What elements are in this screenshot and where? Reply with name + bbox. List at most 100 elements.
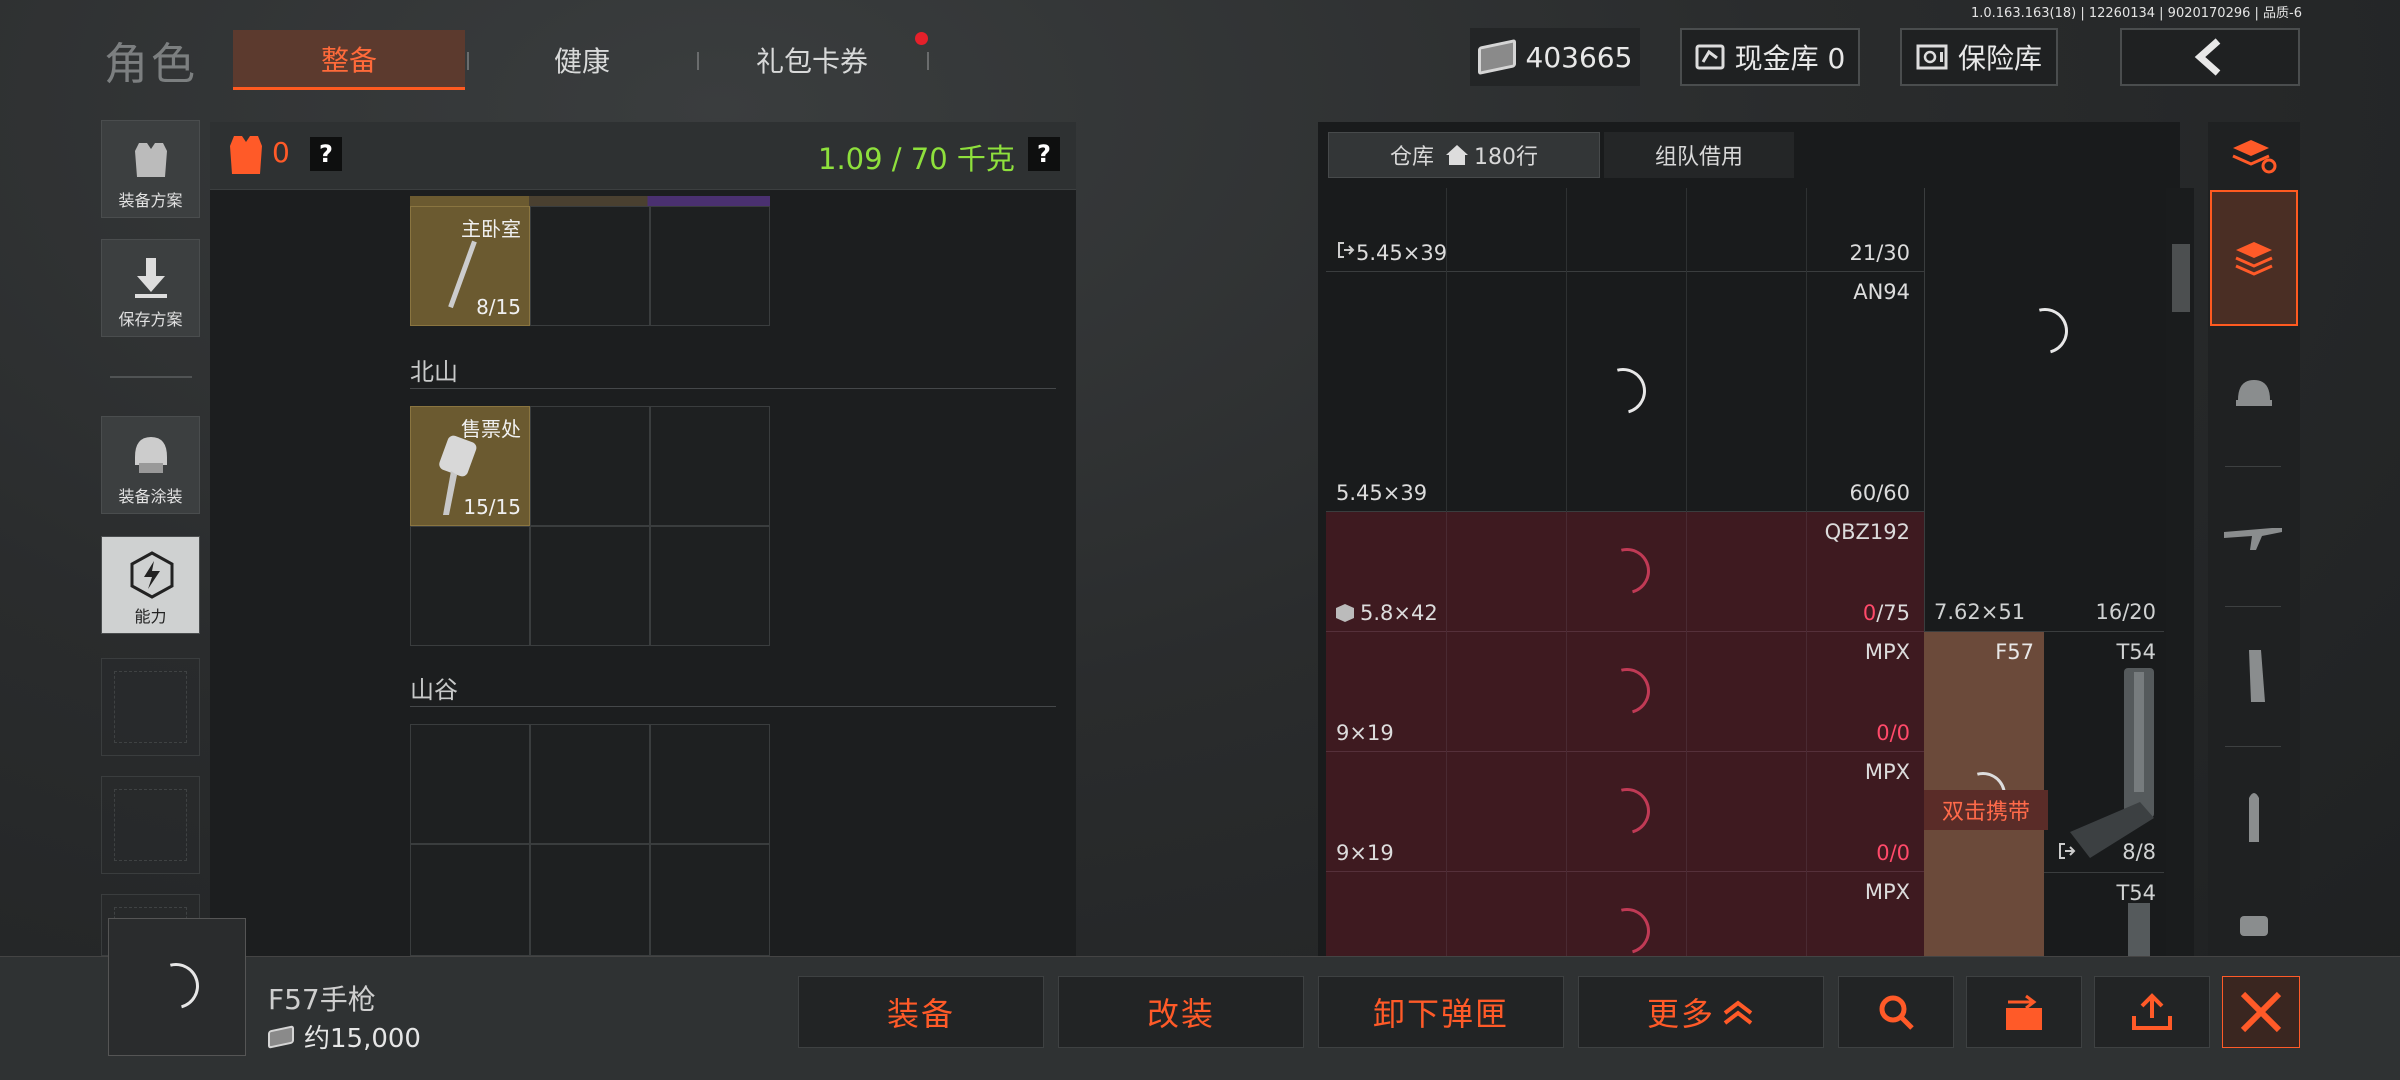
cash-vault-label: 现金库 0: [1734, 42, 1846, 75]
currency-display: 403665: [1470, 28, 1640, 86]
grid-cell[interactable]: [530, 206, 650, 326]
bullet-icon: [2249, 793, 2259, 842]
row-caliber: 5.45×39: [1356, 241, 1448, 265]
loadout-plan-button[interactable]: 装备方案: [101, 120, 200, 218]
tab-warehouse[interactable]: 仓库 180行: [1328, 132, 1600, 178]
vest-icon: [128, 137, 174, 181]
row-qty: 21/30: [1849, 241, 1910, 265]
item-name: T54: [2116, 640, 2156, 664]
scrollbar-thumb[interactable]: [2172, 244, 2190, 312]
button-label: 卸下弹匣: [1372, 995, 1509, 1033]
vest-count: 0: [272, 136, 290, 169]
item-caliber: 7.62×51: [1934, 600, 2026, 624]
grid-cell[interactable]: [530, 526, 650, 646]
ability-button[interactable]: 能力: [101, 536, 200, 634]
equipment-skin-button[interactable]: 装备涂装: [101, 416, 200, 514]
empty-slot: [101, 658, 200, 756]
box-icon: [1336, 604, 1354, 622]
tab-label: 仓库: [1389, 145, 1434, 170]
safe-label: 保险库: [1957, 42, 2042, 75]
grid-cell[interactable]: [650, 206, 770, 326]
grid-line: [1686, 188, 1687, 512]
t54-pistol-item[interactable]: T54: [2044, 872, 2164, 957]
home-icon: [1446, 145, 1468, 165]
grid-cell[interactable]: [410, 724, 530, 844]
sidebar-label: 装备涂装: [118, 487, 183, 506]
help-button[interactable]: ?: [310, 137, 342, 171]
row-caliber: 9×19: [1336, 841, 1394, 865]
category-divider: [2225, 466, 2281, 467]
grid-line: [1686, 512, 1687, 956]
tab-gift-coupons[interactable]: 礼包卡券: [699, 30, 925, 90]
box-arrow-icon: [2006, 994, 2042, 1030]
grid-cell[interactable]: [530, 724, 650, 844]
key-item-master-bedroom[interactable]: 主卧室 8/15: [410, 206, 530, 326]
loading-icon: [144, 954, 208, 1018]
share-button[interactable]: [2094, 976, 2210, 1048]
pistol-icon: [2128, 903, 2150, 957]
more-button[interactable]: 更多: [1578, 976, 1824, 1048]
selected-item-name: F57手枪: [268, 983, 376, 1016]
row-qty: 60/60: [1849, 481, 1910, 505]
download-icon: [128, 256, 174, 300]
grid-cell[interactable]: [650, 844, 770, 956]
grid-cell[interactable]: [650, 406, 770, 526]
ammo-item-76251[interactable]: 7.62×51 16/20: [1924, 592, 2164, 632]
grid-line: [1446, 512, 1447, 956]
row-caliber: 9×19: [1336, 721, 1394, 745]
double-click-carry-hint: 双击携带: [1924, 790, 2048, 830]
row-qty-current: 0: [1876, 841, 1890, 865]
tab-equip[interactable]: 整备: [233, 30, 465, 90]
row-name: AN94: [1853, 280, 1910, 304]
grid-cell[interactable]: [530, 844, 650, 956]
save-plan-button[interactable]: 保存方案: [101, 239, 200, 337]
t54-pistol-item[interactable]: T54 8/8: [2044, 632, 2164, 872]
back-button[interactable]: [2120, 28, 2300, 86]
row-name: MPX: [1864, 760, 1910, 784]
search-button[interactable]: [1838, 976, 1954, 1048]
category-magazine[interactable]: [2210, 608, 2298, 744]
weight-help-button[interactable]: ?: [1028, 137, 1060, 171]
item-name: 主卧室: [461, 217, 521, 241]
grid-line: [1566, 188, 1567, 512]
grid-line: [1446, 188, 1447, 512]
sort-button[interactable]: [2210, 124, 2298, 188]
section-title-beishan: 北山: [410, 358, 458, 386]
safe-button[interactable]: 保险库: [1900, 28, 2058, 86]
vest-icon: [230, 136, 262, 174]
grid-cell[interactable]: [650, 526, 770, 646]
category-helmet[interactable]: [2210, 326, 2298, 462]
sidebar-label: 保存方案: [118, 310, 183, 329]
row-name: MPX: [1864, 880, 1910, 904]
section-divider: [410, 388, 1056, 389]
grid-cell[interactable]: [410, 526, 530, 646]
selected-item-price: 约15,000: [268, 1018, 421, 1055]
warehouse-row[interactable]: 5.45×39 21/30: [1326, 188, 1924, 272]
pouch-icon: [2240, 916, 2268, 936]
unload-magazine-button[interactable]: 卸下弹匣: [1318, 976, 1564, 1048]
equip-button[interactable]: 装备: [798, 976, 1044, 1048]
tab-health[interactable]: 健康: [469, 30, 695, 90]
modify-button[interactable]: 改装: [1058, 976, 1304, 1048]
grid-cell[interactable]: [650, 724, 770, 844]
cash-icon: [268, 1024, 294, 1049]
chevron-up-double-icon: [1723, 1000, 1753, 1025]
key-icon: [448, 240, 477, 309]
grid-cell[interactable]: [530, 406, 650, 526]
grid-cell[interactable]: [410, 844, 530, 956]
cash-vault-button[interactable]: 现金库 0: [1680, 28, 1860, 86]
tidy-button[interactable]: [1966, 976, 2082, 1048]
item-qty: 16/20: [2095, 600, 2156, 624]
button-label: 改装: [1146, 995, 1215, 1033]
category-more[interactable]: [2210, 888, 2298, 954]
category-all[interactable]: [2210, 190, 2298, 326]
category-ammo[interactable]: [2210, 748, 2298, 884]
key-item-ticket-office[interactable]: 售票处 15/15: [410, 406, 530, 526]
tab-team-borrow[interactable]: 组队借用: [1604, 132, 1794, 178]
row-qty-current: 0: [1862, 601, 1877, 625]
close-button[interactable]: [2222, 976, 2300, 1048]
helmet-icon: [128, 433, 174, 477]
tab-label: 整备: [320, 43, 377, 77]
item-count: 15/15: [463, 495, 521, 519]
category-rifle[interactable]: [2210, 468, 2298, 604]
